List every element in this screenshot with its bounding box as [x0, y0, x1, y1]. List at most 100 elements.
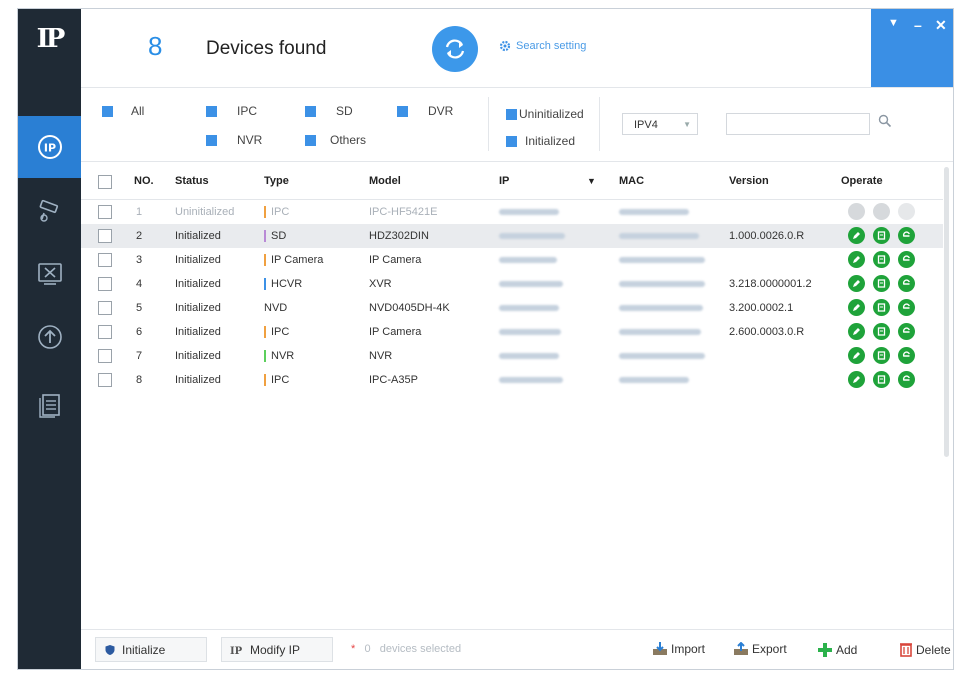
edit-icon[interactable]: [848, 299, 865, 316]
web-icon[interactable]: [898, 371, 915, 388]
row-operate: [848, 275, 915, 292]
table-row[interactable]: 6 Initialized IPC IP Camera 2.600.0003.0…: [81, 320, 943, 344]
trash-icon: [900, 643, 912, 657]
edit-icon[interactable]: [848, 371, 865, 388]
checkbox[interactable]: [305, 134, 316, 146]
sidebar-item-camera-config[interactable]: [18, 179, 81, 241]
details-icon[interactable]: [873, 227, 890, 244]
details-icon[interactable]: [873, 251, 890, 268]
select-all-checkbox[interactable]: [98, 175, 112, 189]
redacted-ip: [499, 353, 559, 360]
table-row[interactable]: 7 Initialized NVR NVR: [81, 344, 943, 368]
column-mac: MAC: [619, 175, 645, 187]
sidebar-item-tools[interactable]: [18, 243, 81, 305]
column-model: Model: [369, 175, 401, 187]
table-row[interactable]: 5 Initialized NVD NVD0405DH-4K 3.200.000…: [81, 296, 943, 320]
checkbox[interactable]: [206, 134, 217, 146]
delete-button[interactable]: Delete: [899, 642, 951, 657]
tools-icon: [37, 263, 62, 285]
filter-dvr[interactable]: DVR: [397, 104, 453, 118]
checkbox[interactable]: [506, 135, 517, 147]
table-row[interactable]: 2 Initialized SD HDZ302DIN 1.000.0026.0.…: [81, 224, 943, 248]
row-checkbox[interactable]: [98, 229, 112, 243]
minimize-icon[interactable]: –: [914, 17, 922, 33]
web-icon[interactable]: [898, 323, 915, 340]
edit-icon[interactable]: [848, 203, 865, 220]
close-icon[interactable]: ✕: [935, 17, 947, 34]
row-model: NVD0405DH-4K: [369, 302, 450, 314]
checkbox[interactable]: [206, 105, 217, 117]
menu-icon[interactable]: ▼: [888, 17, 899, 29]
web-icon[interactable]: [898, 347, 915, 364]
refresh-button[interactable]: [432, 26, 478, 72]
row-status: Initialized: [175, 326, 221, 338]
import-button[interactable]: Import: [652, 642, 705, 656]
modify-ip-label: Modify IP: [250, 642, 301, 657]
row-checkbox[interactable]: [98, 373, 112, 387]
sidebar-item-upgrade[interactable]: [18, 306, 81, 368]
row-operate: [848, 371, 915, 388]
filter-initialized-label: Initialized: [525, 134, 576, 148]
scrollbar[interactable]: [944, 167, 949, 457]
checkbox[interactable]: [102, 105, 113, 117]
web-icon[interactable]: [898, 251, 915, 268]
row-checkbox[interactable]: [98, 277, 112, 291]
filter-sd[interactable]: SD: [305, 104, 353, 118]
table-row[interactable]: 3 Initialized IP Camera IP Camera: [81, 248, 943, 272]
web-icon[interactable]: [898, 227, 915, 244]
ip-version-select[interactable]: IPV4 ▼: [622, 113, 698, 135]
row-no: 6: [136, 326, 143, 338]
row-checkbox[interactable]: [98, 253, 112, 267]
header: 8 Devices found Search setting ▼ – ✕: [81, 9, 953, 88]
checkbox[interactable]: [397, 105, 408, 117]
filter-uninitialized[interactable]: Uninitialized: [506, 107, 584, 121]
details-icon[interactable]: [873, 347, 890, 364]
details-icon[interactable]: [873, 275, 890, 292]
row-checkbox[interactable]: [98, 301, 112, 315]
details-icon[interactable]: [873, 323, 890, 340]
search-icon[interactable]: [878, 114, 892, 128]
search-input[interactable]: [726, 113, 870, 135]
table-row[interactable]: 4 Initialized HCVR XVR 3.218.0000001.2: [81, 272, 943, 296]
web-icon[interactable]: [898, 299, 915, 316]
table-row[interactable]: 8 Initialized IPC IPC-A35P: [81, 368, 943, 392]
filter-nvr[interactable]: NVR: [206, 133, 262, 147]
details-icon[interactable]: [873, 203, 890, 220]
edit-icon[interactable]: [848, 227, 865, 244]
add-button[interactable]: Add: [817, 642, 857, 658]
row-checkbox[interactable]: [98, 205, 112, 219]
edit-icon[interactable]: [848, 323, 865, 340]
export-label: Export: [752, 642, 787, 656]
row-mac: [619, 296, 703, 320]
row-checkbox[interactable]: [98, 325, 112, 339]
row-mac: [619, 320, 701, 344]
redacted-ip: [499, 305, 559, 312]
filter-ipc[interactable]: IPC: [206, 104, 257, 118]
filter-all[interactable]: All: [102, 104, 144, 118]
row-checkbox[interactable]: [98, 349, 112, 363]
sidebar-item-ip[interactable]: IP: [18, 116, 81, 178]
export-button[interactable]: Export: [733, 642, 787, 656]
required-mark: *: [351, 643, 356, 655]
shield-icon: [105, 644, 115, 655]
column-ip: IP: [499, 175, 510, 187]
web-icon[interactable]: [898, 275, 915, 292]
sidebar-item-document[interactable]: [18, 374, 81, 436]
filter-initialized[interactable]: Initialized: [506, 134, 575, 148]
table-row[interactable]: 1 Uninitialized IPC IPC-HF5421E: [81, 200, 943, 224]
details-icon[interactable]: [873, 371, 890, 388]
ip-sort-icon[interactable]: ▼: [587, 163, 596, 199]
edit-icon[interactable]: [848, 347, 865, 364]
checkbox[interactable]: [305, 105, 316, 117]
search-setting-link[interactable]: Search setting: [499, 40, 586, 52]
checkbox[interactable]: [506, 108, 517, 120]
modify-ip-button[interactable]: IP Modify IP: [221, 637, 333, 662]
row-type-label: IPC: [271, 206, 290, 218]
details-icon[interactable]: [873, 299, 890, 316]
row-type-label: IPC: [271, 374, 290, 386]
web-icon[interactable]: [898, 203, 915, 220]
initialize-button[interactable]: Initialize: [95, 637, 207, 662]
edit-icon[interactable]: [848, 275, 865, 292]
edit-icon[interactable]: [848, 251, 865, 268]
filter-others[interactable]: Others: [305, 133, 366, 147]
